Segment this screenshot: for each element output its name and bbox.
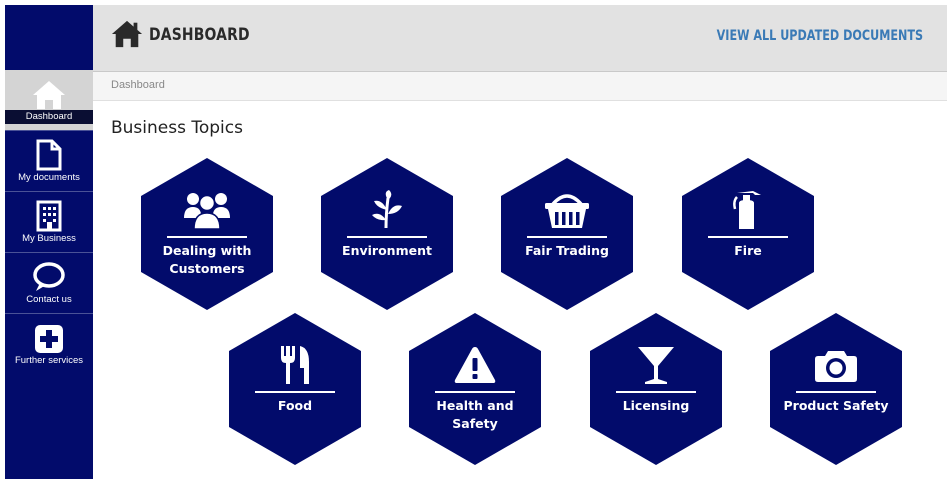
sidebar-item-my-documents[interactable]: My documents	[5, 131, 93, 192]
topic-label: Health and Safety	[436, 398, 514, 431]
topic-dealing-with-customers[interactable]: Dealing with Customers	[141, 158, 273, 310]
cutlery-icon	[281, 346, 309, 384]
topic-product-safety[interactable]: Product Safety	[770, 313, 902, 465]
topic-label: Dealing with Customers	[162, 243, 252, 276]
topic-licensing[interactable]: Licensing	[590, 313, 722, 465]
topic-fair-trading[interactable]: Fair Trading	[501, 158, 633, 310]
fire-extinguisher-icon	[733, 191, 761, 229]
sidebar-item-contact-us[interactable]: Contact us	[5, 253, 93, 314]
view-all-updated-documents-link[interactable]: VIEW ALL UPDATED DOCUMENTS	[717, 28, 923, 44]
tile-divider	[347, 236, 427, 238]
breadcrumb-item[interactable]: Dashboard	[111, 79, 165, 91]
page-title: DASHBOARD	[149, 25, 250, 45]
topic-label: Fair Trading	[525, 243, 609, 258]
sidebar-item-label: Contact us	[26, 294, 72, 305]
header-bar: DASHBOARD VIEW ALL UPDATED DOCUMENTS	[93, 5, 947, 72]
plus-icon	[35, 325, 63, 353]
sidebar-logo-area	[5, 5, 93, 70]
tile-divider	[527, 236, 607, 238]
section-title: Business Topics	[111, 118, 243, 138]
topic-label: Licensing	[622, 398, 690, 413]
sidebar-item-label: Dashboard	[5, 110, 93, 124]
tile-divider	[708, 236, 788, 238]
home-icon	[111, 20, 143, 48]
speech-bubble-icon	[33, 262, 65, 291]
topic-label: Product Safety	[783, 398, 889, 413]
plant-icon	[372, 190, 402, 229]
topic-label: Fire	[734, 243, 762, 258]
tile-divider	[796, 391, 876, 393]
sidebar-item-dashboard[interactable]: Dashboard	[5, 70, 93, 131]
cocktail-glass-icon	[638, 347, 674, 384]
tile-divider	[435, 391, 515, 393]
tile-divider	[616, 391, 696, 393]
home-icon	[33, 81, 65, 109]
sidebar: Dashboard My documents My Business Conta…	[5, 5, 93, 479]
document-icon	[36, 139, 62, 171]
tile-divider	[255, 391, 335, 393]
sidebar-item-label: My documents	[18, 172, 80, 183]
building-icon	[36, 200, 62, 232]
sidebar-item-label: My Business	[22, 233, 76, 244]
topic-health-and-safety[interactable]: Health and Safety	[409, 313, 541, 465]
sidebar-item-label: Further services	[14, 355, 84, 366]
people-icon	[184, 193, 230, 230]
topic-environment[interactable]: Environment	[321, 158, 453, 310]
topic-food[interactable]: Food	[229, 313, 361, 465]
tile-divider	[167, 236, 247, 238]
topic-label: Food	[277, 398, 313, 413]
breadcrumb: Dashboard	[93, 72, 947, 101]
basket-icon	[545, 194, 589, 228]
topic-label: Environment	[342, 243, 432, 258]
topic-fire[interactable]: Fire	[682, 158, 814, 310]
camera-icon	[815, 351, 857, 382]
sidebar-item-further-services[interactable]: Further services	[5, 314, 93, 375]
warning-icon	[454, 347, 496, 383]
sidebar-item-my-business[interactable]: My Business	[5, 192, 93, 253]
